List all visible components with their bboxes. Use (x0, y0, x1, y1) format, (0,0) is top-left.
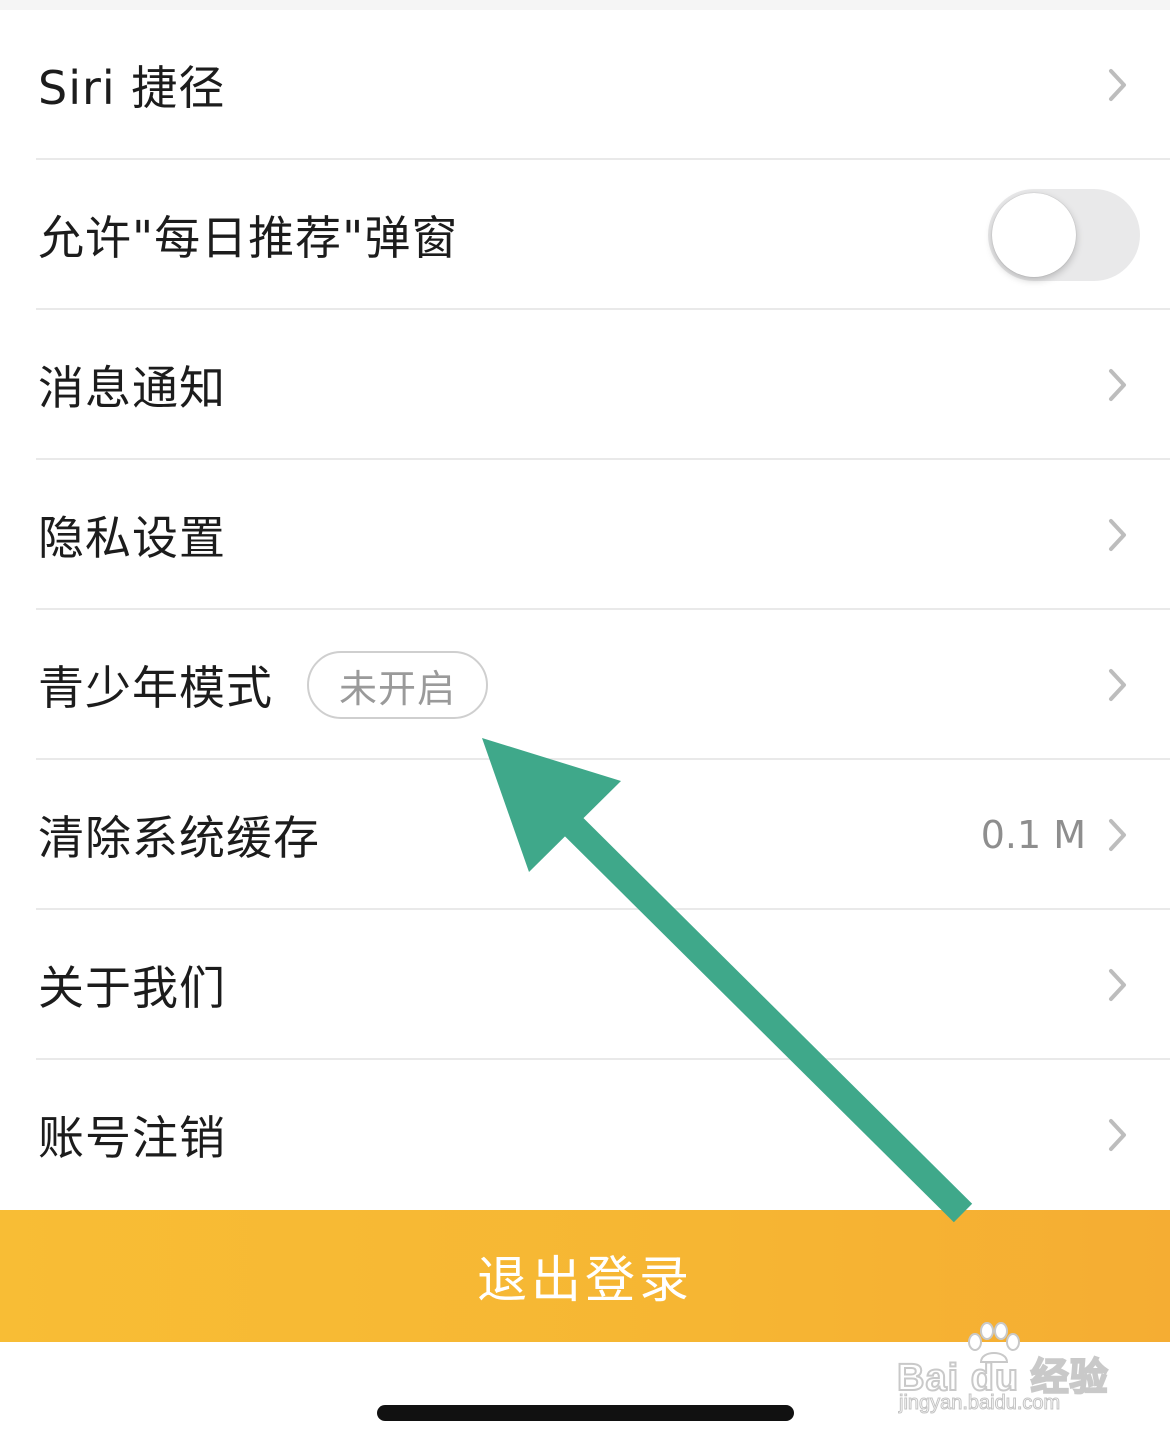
chevron-right-icon (1109, 1119, 1126, 1151)
clear-cache-label: 清除系统缓存 (38, 811, 320, 865)
cache-size-value: 0.1 M (980, 813, 1086, 857)
daily-recommendation-popup-label: 允许"每日推荐"弹窗 (38, 211, 459, 265)
account-deletion-label: 账号注销 (38, 1111, 226, 1165)
chevron-right-icon (1109, 519, 1126, 551)
privacy-settings-label: 隐私设置 (38, 511, 226, 565)
daily-recommendation-toggle[interactable] (988, 189, 1140, 281)
home-indicator[interactable] (377, 1405, 794, 1421)
siri-shortcuts-row[interactable]: Siri 捷径 (0, 10, 1170, 160)
chevron-right-icon (1109, 819, 1126, 851)
privacy-settings-row[interactable]: 隐私设置 (0, 460, 1170, 610)
clear-cache-row[interactable]: 清除系统缓存 0.1 M (0, 760, 1170, 910)
siri-shortcuts-label: Siri 捷径 (38, 61, 226, 115)
about-us-label: 关于我们 (38, 961, 226, 1015)
chevron-right-icon (1109, 369, 1126, 401)
notifications-row[interactable]: 消息通知 (0, 310, 1170, 460)
toggle-knob (992, 193, 1076, 277)
daily-recommendation-popup-row: 允许"每日推荐"弹窗 (0, 160, 1170, 310)
logout-label: 退出登录 (477, 1251, 693, 1309)
settings-list: Siri 捷径 允许"每日推荐"弹窗 消息通知 隐私设置 青少年模式 未开启 清… (0, 10, 1170, 1210)
account-deletion-row[interactable]: 账号注销 (0, 1060, 1170, 1210)
chevron-right-icon (1109, 69, 1126, 101)
teen-mode-status-badge: 未开启 (307, 651, 489, 719)
top-strip (0, 0, 1170, 10)
watermark-url: jingyan.baidu.com (898, 1392, 1061, 1415)
logout-button[interactable]: 退出登录 (0, 1210, 1170, 1342)
watermark-brand: Bai du 经验 (896, 1356, 1109, 1400)
teen-mode-row[interactable]: 青少年模式 未开启 (0, 610, 1170, 760)
teen-mode-label: 青少年模式 (38, 661, 273, 715)
chevron-right-icon (1109, 969, 1126, 1001)
notifications-label: 消息通知 (38, 361, 226, 415)
chevron-right-icon (1109, 669, 1126, 701)
about-us-row[interactable]: 关于我们 (0, 910, 1170, 1060)
